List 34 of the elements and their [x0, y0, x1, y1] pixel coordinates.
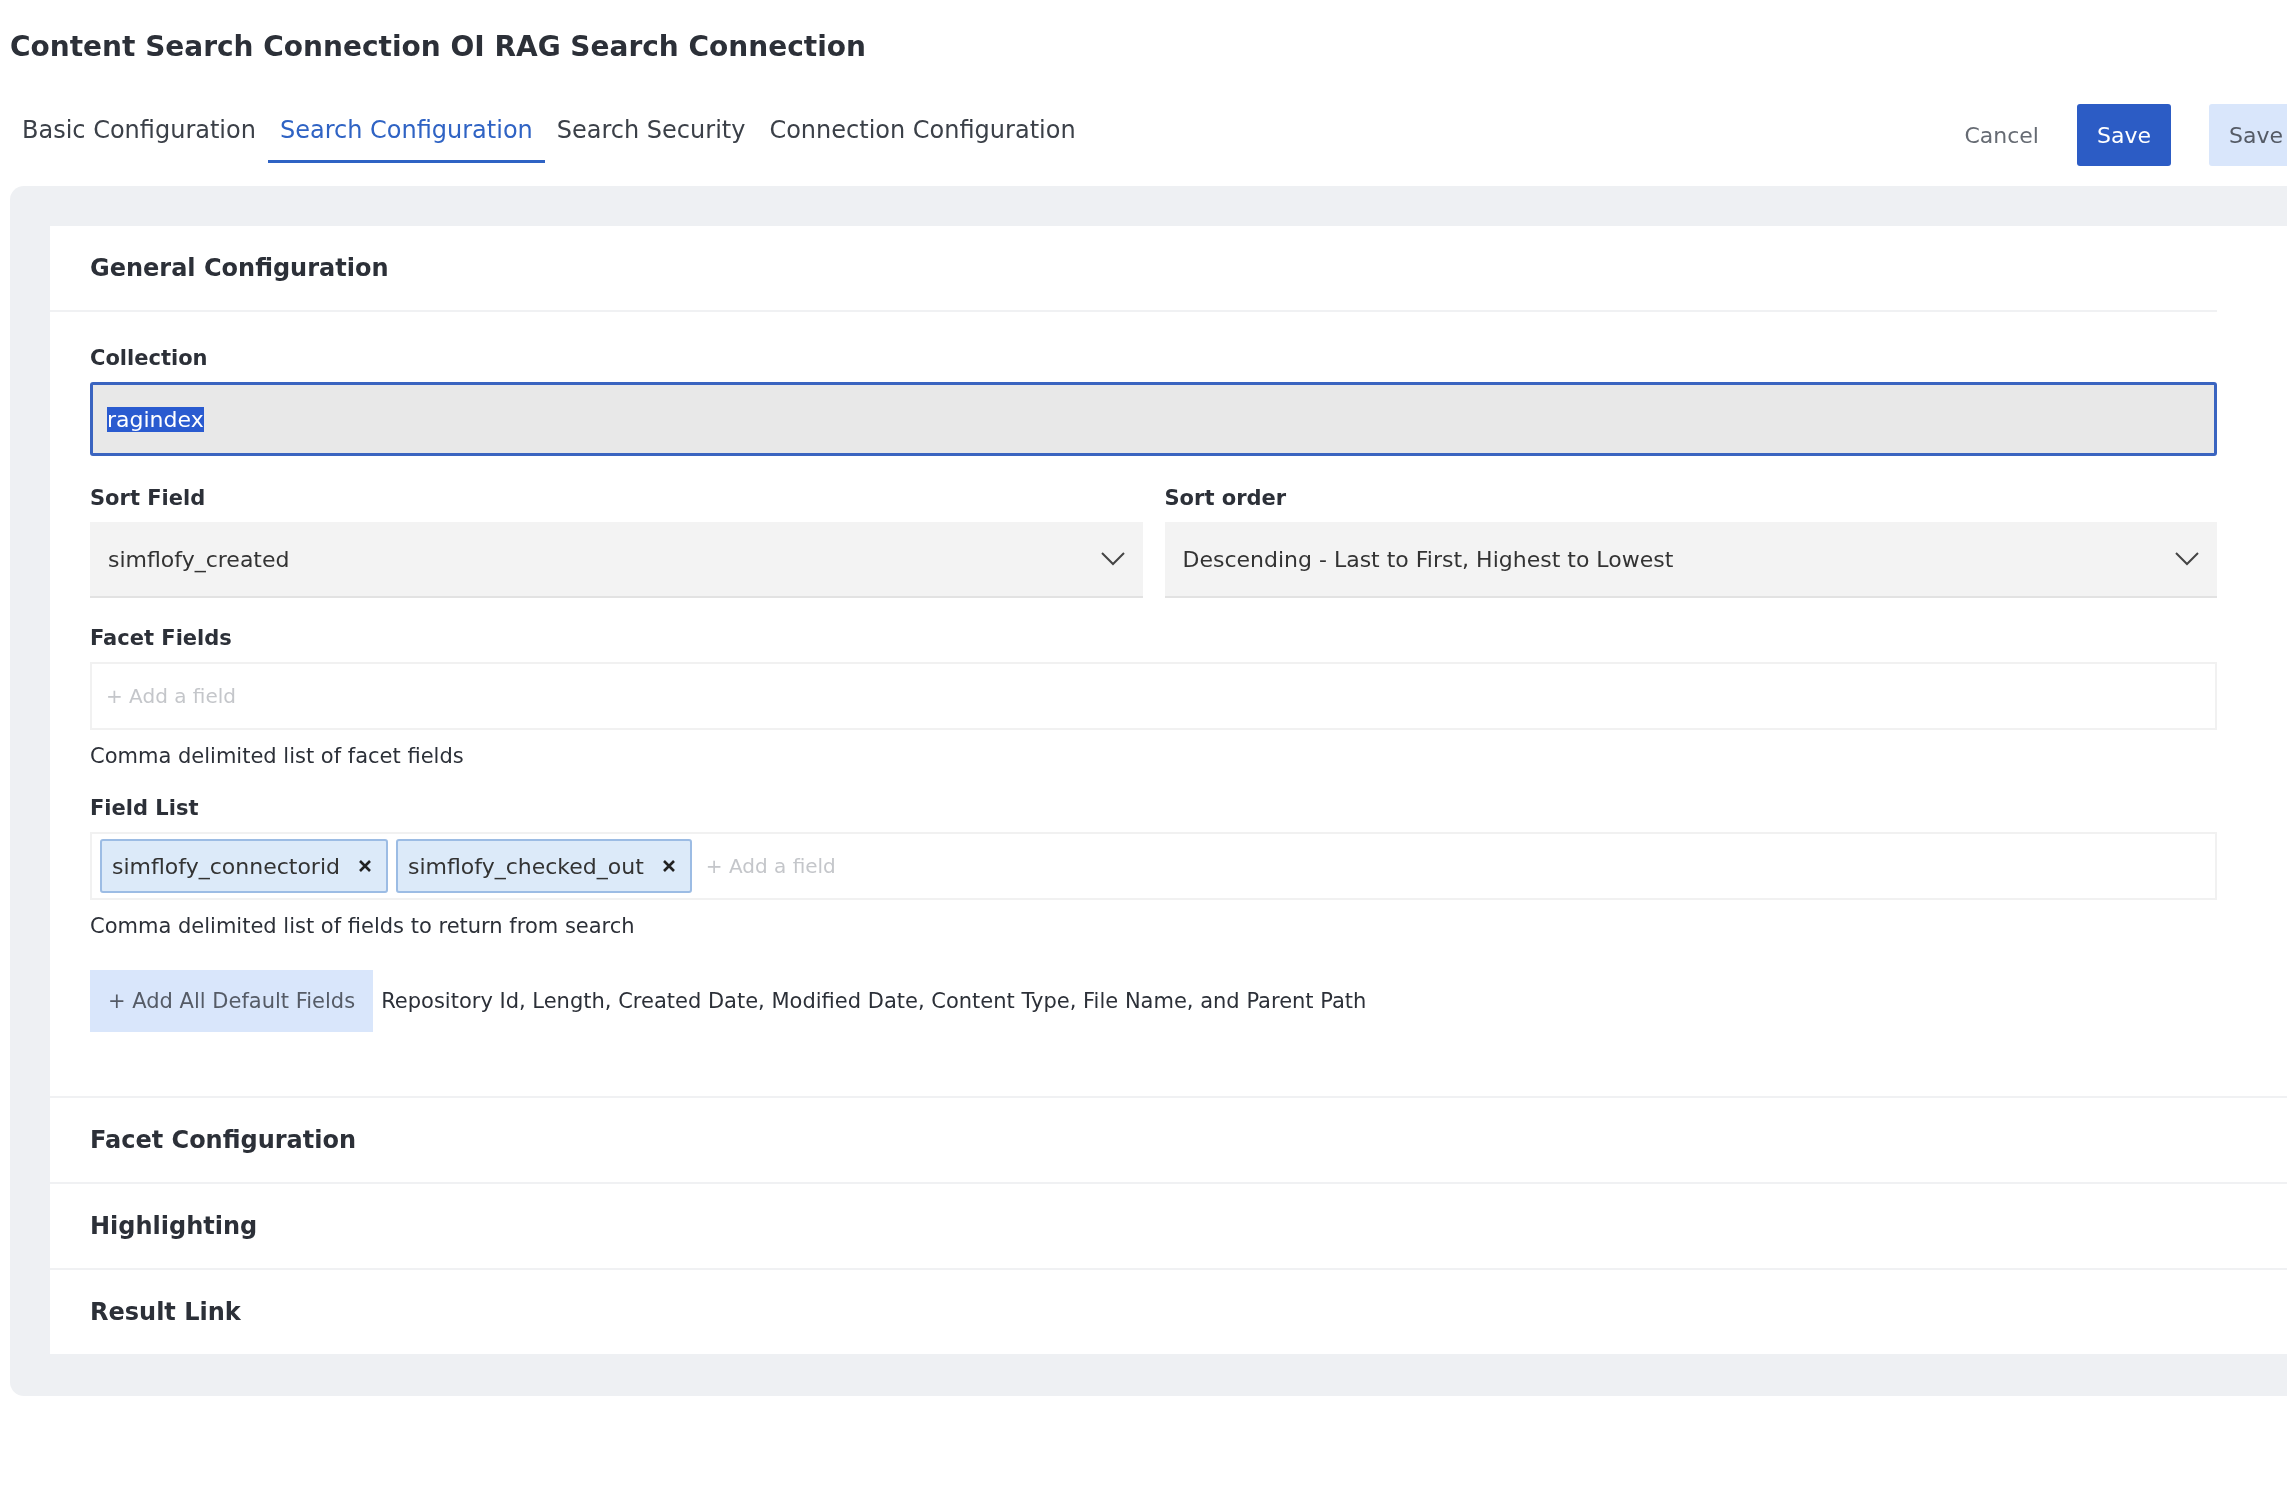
input-field[interactable]: ragindex — [90, 382, 2217, 456]
close-icon[interactable] — [661, 859, 676, 873]
add-default-fields-button[interactable]: + Add All Default Fields — [90, 970, 374, 1032]
placeholder-text: + Add a field — [704, 854, 836, 878]
field-label: Collection — [90, 346, 209, 370]
tag-input-field[interactable]: simflofy_connectorid simflofy_checked_out + Add a field — [90, 832, 2217, 900]
field-label: Sort Field — [90, 486, 207, 510]
section-header[interactable]: General Configuration — [50, 226, 2287, 310]
close-icon[interactable] — [358, 859, 372, 873]
tab[interactable]: Connection Configuration — [757, 116, 1088, 163]
tag-text: simflofy_connectorid — [112, 853, 340, 879]
save-button[interactable]: Save — [2076, 104, 2171, 166]
page-title: Content Search Connection OI RAG Search Connection — [9, 29, 867, 65]
field-label: Facet Fields — [90, 626, 233, 650]
tag-text: simflofy_checked_out — [408, 853, 644, 879]
section-header[interactable]: Highlighting — [50, 1184, 2287, 1268]
help-text: Repository Id, Length, Created Date, Modified Date, Content Type, File Name, and Parent Path — [381, 989, 1367, 1013]
help-text: Comma delimited list of facet fields — [90, 744, 465, 768]
tab[interactable]: Search Security — [544, 116, 758, 163]
cancel-button[interactable]: Cancel — [1964, 104, 2039, 166]
save-button[interactable]: Save — [2209, 104, 2287, 166]
help-text: Comma delimited list of fields to return from search — [90, 914, 636, 938]
dropdown[interactable]: simflofy_created — [90, 522, 1143, 598]
field-label: Sort order — [1164, 486, 1288, 510]
tab[interactable]: Search Configuration — [267, 116, 545, 163]
section-header[interactable]: Facet Configuration — [50, 1098, 2287, 1182]
field-label: Field List — [90, 796, 200, 820]
field-value: ragindex — [107, 406, 204, 432]
section-header[interactable]: Result Link — [50, 1270, 2287, 1354]
chevron-down-icon — [1100, 552, 1125, 566]
placeholder-text: + Add a field — [105, 684, 236, 708]
dropdown[interactable]: Descending - Last to First, Highest to Lowest — [1164, 522, 2217, 598]
tab[interactable]: Basic Configuration — [10, 116, 268, 163]
chevron-down-icon — [2175, 552, 2199, 566]
